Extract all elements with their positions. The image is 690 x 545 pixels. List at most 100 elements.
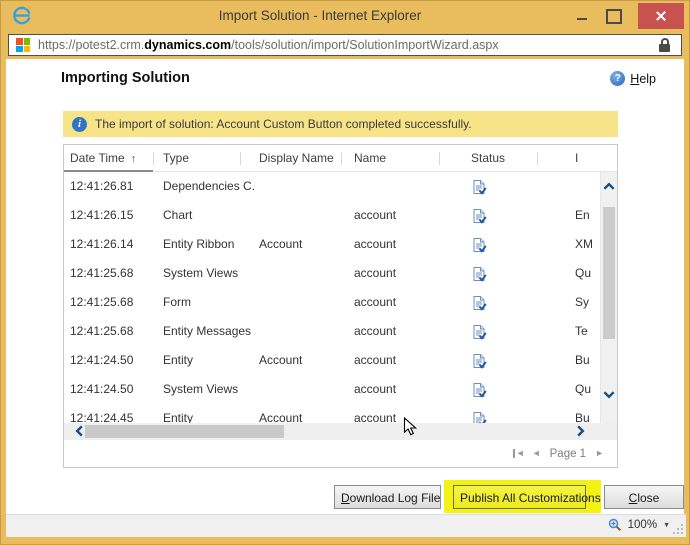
first-page-icon: ◄	[515, 448, 525, 458]
url-text: https://potest2.crm.dynamics.com/tools/s…	[38, 38, 499, 52]
row-name: account	[354, 382, 397, 396]
download-log-file-button[interactable]: Download Log File	[334, 485, 441, 509]
row-name: account	[354, 411, 397, 423]
column-header-status[interactable]: Status	[471, 145, 533, 171]
horizontal-scrollbar[interactable]	[64, 423, 600, 440]
row-display-name	[259, 172, 349, 201]
horizontal-scroll-thumb[interactable]	[85, 425, 284, 438]
scroll-right-icon[interactable]	[574, 424, 587, 438]
import-success-icon	[471, 208, 487, 224]
help-icon: ?	[610, 71, 626, 86]
row-information: XM	[575, 237, 593, 251]
table-row[interactable]: 12:41:24.50 Entity Account account Bu	[64, 346, 600, 375]
lock-icon	[659, 37, 671, 53]
row-name: account	[354, 353, 397, 367]
row-name: account	[354, 324, 397, 338]
sort-ascending-icon: ↑	[130, 153, 137, 165]
status-bar: 100% ▼	[6, 514, 686, 537]
ie-dialog-window: Import Solution - Internet Explorer http…	[0, 0, 690, 545]
address-bar[interactable]: https://potest2.crm.dynamics.com/tools/s…	[8, 34, 682, 56]
row-datetime: 12:41:25.68	[70, 324, 134, 338]
import-log-grid: Date Time ↑ Type Display Name Name Status…	[63, 144, 618, 441]
page-title: Importing Solution	[61, 70, 190, 86]
maximize-button[interactable]	[599, 1, 625, 29]
internet-explorer-icon	[13, 6, 32, 25]
minimize-button[interactable]	[569, 1, 595, 29]
row-datetime: 12:41:25.68	[70, 266, 134, 280]
magnifier-zoom-icon	[608, 518, 621, 532]
row-information: Bu	[575, 353, 590, 367]
row-datetime: 12:41:24.45	[70, 411, 134, 423]
import-success-icon	[471, 266, 487, 282]
row-name: account	[354, 266, 397, 280]
vertical-scroll-thumb[interactable]	[603, 207, 615, 339]
info-icon: i	[72, 116, 87, 132]
row-display-name: Account	[259, 411, 303, 423]
row-information: Te	[575, 324, 588, 338]
row-name: account	[354, 208, 397, 222]
titlebar[interactable]: Import Solution - Internet Explorer	[1, 1, 689, 31]
scroll-down-icon[interactable]	[602, 388, 616, 401]
row-type: Entity	[163, 353, 194, 367]
scroll-up-icon[interactable]	[602, 180, 616, 193]
grid-footer: ◄ ◄ Page 1 ►	[63, 440, 618, 468]
row-type: Entity	[163, 411, 194, 423]
zoom-control[interactable]: 100% ▼	[608, 518, 670, 532]
table-row[interactable]: 12:41:26.15 Chart account En	[64, 201, 600, 230]
previous-page-icon[interactable]: ◄	[532, 449, 541, 458]
table-row[interactable]: 12:41:25.68 Entity Messages account Te	[64, 317, 600, 346]
row-datetime: 12:41:26.81	[70, 179, 134, 193]
first-page-button[interactable]: ◄	[512, 448, 525, 458]
row-information: Sy	[575, 295, 590, 309]
resize-grip[interactable]	[673, 524, 683, 534]
table-row[interactable]: 12:41:24.50 System Views account Qu	[64, 375, 600, 404]
row-display-name: Account	[259, 353, 303, 367]
row-information: Qu	[575, 382, 592, 396]
row-type: Entity Messages	[163, 324, 252, 338]
row-information: En	[575, 208, 590, 222]
vertical-scrollbar[interactable]	[600, 172, 617, 423]
table-row[interactable]: 12:41:25.68 Form account Sy	[64, 288, 600, 317]
row-type: System Views	[163, 266, 239, 280]
row-type: Form	[163, 295, 191, 309]
close-button[interactable]: Close	[604, 485, 684, 509]
table-row[interactable]: 12:41:25.68 System Views account Qu	[64, 259, 600, 288]
row-information	[575, 172, 600, 201]
dynamics-favicon-icon	[16, 38, 30, 52]
grid-header: Date Time ↑ Type Display Name Name Status…	[64, 145, 617, 172]
close-window-button[interactable]	[638, 3, 684, 29]
row-display-name	[259, 259, 349, 288]
table-row[interactable]: 12:41:24.45 Entity Account account Bu	[64, 404, 600, 423]
row-display-name	[259, 288, 349, 317]
row-type: Entity Ribbon	[163, 237, 235, 251]
row-information: Bu	[575, 411, 590, 423]
import-success-icon	[471, 324, 487, 340]
banner-message: The import of solution: Account Custom B…	[95, 117, 472, 131]
column-header-display-name[interactable]: Display Name	[259, 145, 339, 171]
help-link[interactable]: ? Help	[610, 71, 656, 86]
row-type: System Views	[163, 382, 239, 396]
column-header-type[interactable]: Type	[163, 145, 237, 171]
next-page-icon[interactable]: ►	[595, 449, 604, 458]
row-display-name	[259, 375, 349, 404]
help-label: Help	[630, 71, 656, 86]
zoom-level-label: 100%	[627, 519, 658, 531]
page-indicator: Page 1	[549, 447, 587, 460]
url-domain: dynamics.com	[144, 38, 232, 52]
column-header-name[interactable]: Name	[354, 145, 434, 171]
success-banner: i The import of solution: Account Custom…	[63, 111, 618, 137]
table-row[interactable]: 12:41:26.81 Dependencies C...	[64, 172, 600, 201]
column-header-datetime[interactable]: Date Time ↑	[70, 145, 152, 171]
row-name: account	[354, 295, 397, 309]
import-success-icon	[471, 411, 487, 423]
row-name: account	[354, 237, 397, 251]
row-display-name: Account	[259, 237, 303, 251]
import-success-icon	[471, 382, 487, 398]
table-row[interactable]: 12:41:26.14 Entity Ribbon Account account XM	[64, 230, 600, 259]
publish-all-customizations-button[interactable]: Publish All Customizations	[453, 485, 601, 509]
row-information: Qu	[575, 266, 592, 280]
row-datetime: 12:41:25.68	[70, 295, 134, 309]
row-name	[354, 172, 454, 201]
close-icon	[655, 10, 667, 22]
column-header-information[interactable]: I	[575, 145, 599, 171]
